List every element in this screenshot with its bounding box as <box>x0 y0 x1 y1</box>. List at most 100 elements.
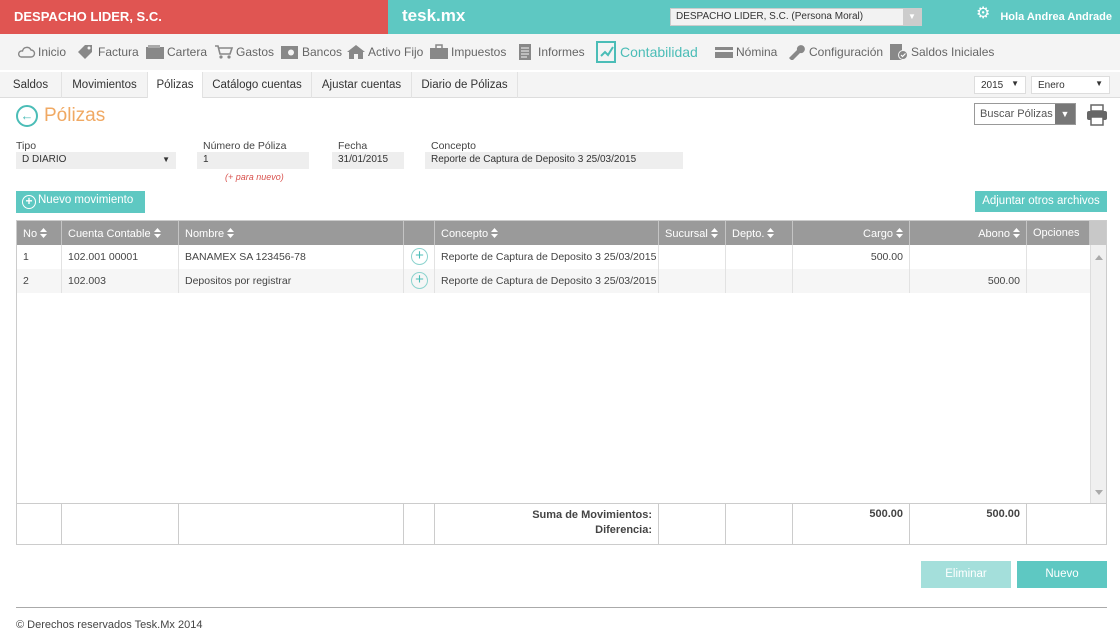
briefcase-icon <box>430 44 448 59</box>
concepto-field[interactable]: Reporte de Captura de Deposito 3 25/03/2… <box>425 152 683 169</box>
cell-concepto: Reporte de Captura de Deposito 3 25/03/2… <box>435 245 659 269</box>
nav-item-inicio[interactable]: Inicio <box>16 34 66 70</box>
header-label: Cargo <box>863 228 893 240</box>
print-icon[interactable] <box>1086 104 1108 126</box>
search-polizas-select[interactable]: Buscar Pólizas ▼ <box>974 103 1076 125</box>
total-abono: 500.00 <box>910 504 1027 545</box>
plus-circle-icon: + <box>22 195 36 209</box>
sort-icon <box>767 228 775 238</box>
fecha-field[interactable]: 31/01/2015 <box>332 152 404 169</box>
gear-icon[interactable]: ⚙ <box>976 6 992 22</box>
header-depto[interactable]: Depto. <box>726 221 793 245</box>
header-cargo[interactable]: Cargo <box>793 221 910 245</box>
header-abono[interactable]: Abono <box>910 221 1027 245</box>
cart-icon <box>215 45 234 59</box>
footer-labels: Suma de Movimientos: Diferencia: <box>435 504 659 545</box>
nav-item-contabilidad[interactable]: Contabilidad <box>596 34 698 70</box>
app-logo[interactable]: tesk.mx <box>402 6 465 26</box>
nav-label: Factura <box>98 45 139 59</box>
cloud-icon <box>17 46 36 58</box>
brand-bar: tesk.mx DESPACHO LIDER, S.C. (Persona Mo… <box>388 0 1120 34</box>
table-header: No Cuenta Contable Nombre Concepto Sucur… <box>17 221 1106 245</box>
header-concepto[interactable]: Concepto <box>435 221 659 245</box>
cell-opciones <box>1027 245 1090 269</box>
nav-item-impuestos[interactable]: Impuestos <box>429 34 506 70</box>
top-bar: DESPACHO LIDER, S.C. tesk.mx DESPACHO LI… <box>0 0 1120 34</box>
total-cargo: 500.00 <box>793 504 910 545</box>
header-cuenta-contable[interactable]: Cuenta Contable <box>62 221 179 245</box>
copyright: © Derechos reservados Tesk.Mx 2014 <box>16 619 203 631</box>
sort-icon <box>227 228 235 238</box>
cell-depto <box>726 245 793 269</box>
nav-label: Contabilidad <box>620 44 698 60</box>
scroll-up-icon[interactable] <box>1095 255 1103 260</box>
nav-item-nomina[interactable]: Nómina <box>714 34 777 70</box>
footer-cell <box>17 504 62 545</box>
scroll-down-icon[interactable] <box>1095 490 1103 495</box>
sub-tabs: Saldos Movimientos Pólizas Catálogo cuen… <box>0 72 1120 98</box>
cell-no: 1 <box>17 245 62 269</box>
new-movement-button[interactable]: + Nuevo movimiento <box>16 191 145 213</box>
nav-label: Nómina <box>736 45 778 59</box>
delete-button[interactable]: Eliminar <box>921 561 1011 588</box>
footer-cell <box>404 504 435 545</box>
tab-saldos[interactable]: Saldos <box>0 72 62 98</box>
page-title: Pólizas <box>44 105 106 126</box>
cell-cuenta: 102.003 <box>62 269 179 293</box>
nav-item-gastos[interactable]: Gastos <box>214 34 274 70</box>
tab-diario-polizas[interactable]: Diario de Pólizas <box>412 72 518 98</box>
numero-poliza-field[interactable]: 1 <box>197 152 309 169</box>
tipo-select[interactable]: D DIARIO ▼ <box>16 152 176 169</box>
add-row-icon[interactable]: + <box>411 248 428 265</box>
header-sucursal[interactable]: Sucursal <box>659 221 726 245</box>
add-row-icon[interactable]: + <box>411 272 428 289</box>
sort-icon <box>153 228 161 238</box>
tab-ajustar-cuentas[interactable]: Ajustar cuentas <box>312 72 412 98</box>
chevron-down-icon: ▼ <box>1011 79 1019 88</box>
concepto-label: Concepto <box>431 140 476 152</box>
table-row[interactable]: 1 102.001 00001 BANAMEX SA 123456-78 + R… <box>17 245 1090 269</box>
cell-cuenta: 102.001 00001 <box>62 245 179 269</box>
chevron-down-icon: ▼ <box>162 155 170 164</box>
footer-cell <box>179 504 404 545</box>
nav-label: Informes <box>538 45 585 59</box>
new-button[interactable]: Nuevo <box>1017 561 1107 588</box>
card-icon <box>715 47 733 58</box>
search-polizas-label: Buscar Pólizas <box>980 108 1053 120</box>
attach-files-button[interactable]: Adjuntar otros archivos <box>975 191 1107 212</box>
cell-sucursal <box>659 245 726 269</box>
footer-divider <box>16 607 1107 608</box>
nav-item-informes[interactable]: Informes <box>516 34 585 70</box>
chart-icon <box>596 41 616 63</box>
month-select[interactable]: Enero ▼ <box>1031 76 1110 94</box>
nav-item-cartera[interactable]: Cartera <box>145 34 207 70</box>
nav-label: Inicio <box>38 45 67 59</box>
nav-item-configuracion[interactable]: Configuración <box>787 34 883 70</box>
cell-action: + <box>404 269 435 293</box>
footer-cell <box>659 504 726 545</box>
year-value: 2015 <box>981 80 1004 91</box>
header-no[interactable]: No <box>17 221 62 245</box>
table-row[interactable]: 2 102.003 Depositos por registrar + Repo… <box>17 269 1090 293</box>
nav-item-bancos[interactable]: Bancos <box>280 34 342 70</box>
cell-abono: 500.00 <box>910 269 1027 293</box>
nav-item-saldos-iniciales[interactable]: Saldos Iniciales <box>889 34 994 70</box>
cell-no: 2 <box>17 269 62 293</box>
new-movement-label: Nuevo movimiento <box>38 194 134 206</box>
tab-polizas[interactable]: Pólizas <box>148 72 203 98</box>
footer-cell <box>726 504 793 545</box>
user-greeting[interactable]: Hola Andrea Andrade <box>1000 11 1112 23</box>
tab-catalogo-cuentas[interactable]: Catálogo cuentas <box>203 72 312 98</box>
nav-item-activo-fijo[interactable]: Activo Fijo <box>346 34 423 70</box>
sort-icon <box>491 228 499 238</box>
back-arrow-icon[interactable]: ← <box>16 105 38 127</box>
year-select[interactable]: 2015 ▼ <box>974 76 1026 94</box>
tab-movimientos[interactable]: Movimientos <box>62 72 148 98</box>
nav-item-factura[interactable]: Factura <box>76 34 139 70</box>
tipo-value: D DIARIO <box>22 154 67 165</box>
header-nombre[interactable]: Nombre <box>179 221 404 245</box>
fecha-label: Fecha <box>338 140 368 152</box>
header-opciones: Opciones <box>1027 221 1090 245</box>
table-scrollbar[interactable] <box>1090 245 1106 503</box>
company-select[interactable]: DESPACHO LIDER, S.C. (Persona Moral) ▼ <box>670 8 922 26</box>
